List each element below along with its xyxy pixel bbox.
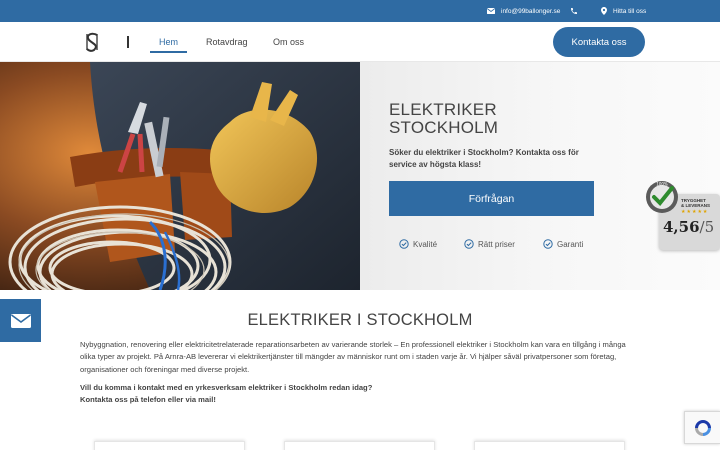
feature-prices: Rätt priser	[464, 238, 515, 250]
contact-paragraph-line1: Vill du komma i kontakt med en yrkesverk…	[80, 383, 373, 392]
topbar-location-text[interactable]: Hitta till oss	[613, 8, 646, 15]
trust-badge[interactable]: 100% TRYGGHET & LEVERANS ★★★★★ 4,56/5	[645, 180, 720, 250]
contact-paragraph-line2: Kontakta oss på telefon eller via mail!	[80, 395, 216, 405]
location-icon	[601, 7, 607, 15]
hero-title-line2: STOCKHOLM	[389, 118, 499, 137]
contact-us-button[interactable]: Kontakta oss	[553, 27, 645, 57]
nav-active-indicator	[150, 51, 187, 53]
topbar-email[interactable]: info@99ballonger.se	[487, 0, 560, 22]
feature-quality: Kvalité	[399, 238, 437, 250]
recaptcha-icon	[694, 419, 711, 436]
service-card[interactable]	[94, 441, 245, 450]
topbar-location[interactable]: Hitta till oss	[601, 0, 646, 22]
hero-title: ELEKTRIKER STOCKHOLM	[389, 101, 589, 137]
contact-paragraph: Vill du komma i kontakt med en yrkesverk…	[80, 382, 640, 407]
mail-icon	[487, 8, 495, 14]
hero-panel	[360, 62, 720, 290]
hero-title-line1: ELEKTRIKER	[389, 100, 497, 119]
top-contact-bar: info@99ballonger.se Hitta till oss	[0, 0, 720, 22]
header-separator	[127, 36, 129, 48]
inquiry-button[interactable]: Förfrågan	[389, 181, 594, 216]
section-title: ELEKTRIKER I STOCKHOLM	[247, 311, 473, 329]
company-logo[interactable]	[80, 30, 104, 54]
badge-score: 4,56/5	[663, 218, 714, 236]
badge-stars: ★★★★★	[681, 209, 709, 215]
seal-text: 100%	[656, 182, 668, 187]
check-circle-icon	[399, 239, 409, 249]
check-circle-icon	[543, 239, 553, 249]
badge-line2: & LEVERANS	[681, 203, 711, 208]
badge-score-denominator: /5	[699, 218, 715, 236]
topbar-email-text[interactable]: info@99ballonger.se	[501, 8, 560, 15]
feature-warranty: Garanti	[543, 238, 583, 250]
hero-subtitle: Söker du elektriker i Stockholm? Kontakt…	[389, 148, 579, 169]
feature-quality-label: Kvalité	[413, 239, 438, 249]
service-card[interactable]	[474, 441, 625, 450]
feature-warranty-label: Garanti	[557, 239, 584, 249]
seal-icon: 100%	[646, 181, 678, 213]
topbar-phone[interactable]	[570, 0, 578, 22]
phone-icon	[571, 8, 577, 14]
nav-item-om-oss[interactable]: Om oss	[273, 22, 304, 62]
check-circle-icon	[464, 239, 474, 249]
badge-score-value: 4,56	[663, 218, 700, 236]
recaptcha-badge[interactable]	[684, 411, 720, 444]
feature-prices-label: Rätt priser	[478, 239, 515, 249]
hero-image	[0, 62, 360, 290]
intro-paragraph: Nybyggnation, renovering eller elektrici…	[80, 340, 626, 374]
nav-item-rotavdrag[interactable]: Rotavdrag	[206, 22, 248, 62]
nav-item-hem[interactable]: Hem	[159, 22, 178, 62]
service-card[interactable]	[284, 441, 435, 450]
